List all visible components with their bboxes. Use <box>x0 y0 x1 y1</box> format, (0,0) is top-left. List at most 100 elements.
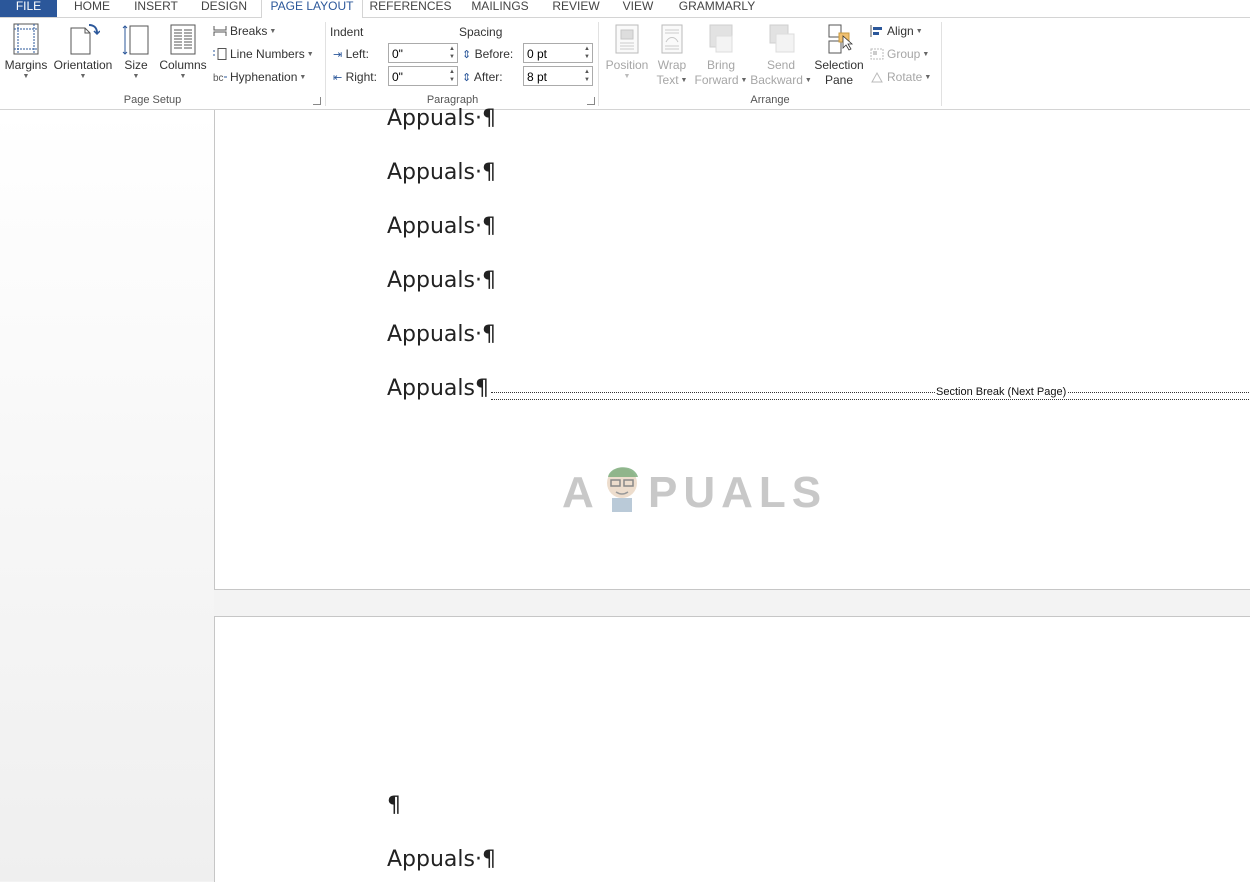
document-page-2[interactable]: ¶ Appuals·¶ <box>214 616 1250 882</box>
tab-references[interactable]: REFERENCES <box>368 0 453 17</box>
paragraph-line[interactable]: Appuals¶ <box>387 376 489 402</box>
paragraph-line[interactable]: Appuals·¶ <box>387 268 496 294</box>
tab-design[interactable]: DESIGN <box>195 0 253 17</box>
line-numbers-button[interactable]: Line Numbers ▼ <box>213 45 314 63</box>
breaks-label: Breaks <box>230 24 268 38</box>
indent-left-icon: ⇥ <box>333 49 343 61</box>
bring-forward-button[interactable]: Bring Forward ▼ <box>693 22 749 88</box>
spin-down-icon[interactable]: ▼ <box>584 54 590 61</box>
group-button[interactable]: Group ▼ <box>870 45 929 63</box>
wrap-text-label-2-text: Text <box>656 73 679 87</box>
wrap-text-button[interactable]: Wrap Text ▼ <box>652 22 692 88</box>
paragraph-line[interactable]: ¶ <box>387 793 401 819</box>
ribbon: Margins ▼ Orientation ▼ Size ▼ Columns ▼… <box>0 18 1250 110</box>
paragraph-line[interactable]: Appuals·¶ <box>387 214 496 240</box>
chevron-down-icon: ▼ <box>22 73 30 80</box>
send-backward-label-2: Backward ▼ <box>750 73 812 88</box>
spacing-after-input[interactable]: 8 pt ▲ ▼ <box>523 66 593 86</box>
bring-forward-icon <box>706 22 736 56</box>
hyphenation-label: Hyphenation <box>230 70 298 84</box>
chevron-down-icon: ▼ <box>915 28 923 35</box>
tab-home[interactable]: HOME <box>63 0 121 17</box>
watermark-text: PUALS <box>648 468 825 515</box>
chevron-down-icon: ▼ <box>924 74 932 81</box>
align-label: Align <box>887 24 914 38</box>
selection-pane-icon <box>824 22 854 56</box>
send-backward-button[interactable]: Send Backward ▼ <box>750 22 812 88</box>
columns-button[interactable]: Columns ▼ <box>157 22 209 81</box>
tab-insert[interactable]: INSERT <box>127 0 185 17</box>
chevron-down-icon: ▼ <box>740 77 748 84</box>
spin-up-icon[interactable]: ▲ <box>584 69 590 76</box>
rotate-icon <box>870 70 884 83</box>
rotate-button[interactable]: Rotate ▼ <box>870 68 931 86</box>
group-divider <box>325 22 326 106</box>
tab-mailings[interactable]: MAILINGS <box>462 0 538 17</box>
spacing-after-value: 8 pt <box>527 70 548 84</box>
breaks-button[interactable]: Breaks ▼ <box>213 22 276 40</box>
paragraph-line[interactable]: Appuals·¶ <box>387 160 496 186</box>
paragraph-line[interactable]: Appuals·¶ <box>387 322 496 348</box>
send-backward-icon <box>766 22 796 56</box>
size-icon <box>121 22 151 56</box>
paragraph-line[interactable]: Appuals·¶ <box>387 106 496 132</box>
document-page-1[interactable]: Appuals·¶ Appuals·¶ Appuals·¶ Appuals·¶ … <box>214 106 1250 590</box>
orientation-icon <box>68 22 101 56</box>
wrap-text-icon <box>657 22 687 56</box>
tab-grammarly[interactable]: GRAMMARLY <box>671 0 763 17</box>
spacing-after-icon: ⇕ <box>462 72 472 84</box>
spin-down-icon[interactable]: ▼ <box>584 77 590 84</box>
chevron-down-icon: ▼ <box>623 73 631 80</box>
indent-right-text: Right: <box>345 70 377 84</box>
page-setup-group-label: Page Setup <box>123 94 182 106</box>
orientation-button[interactable]: Orientation ▼ <box>52 22 114 81</box>
spacing-before-input[interactable]: 0 pt ▲ ▼ <box>523 43 593 63</box>
paragraph-line[interactable]: Appuals·¶ <box>387 847 496 873</box>
spin-up-icon[interactable]: ▲ <box>449 69 455 76</box>
selection-pane-button[interactable]: Selection Pane <box>813 22 865 88</box>
group-icon <box>870 47 884 60</box>
tab-review[interactable]: REVIEW <box>546 0 606 17</box>
group-divider <box>941 22 942 106</box>
arrange-group-label: Arrange <box>750 94 790 106</box>
svg-text:bc: bc <box>213 73 224 83</box>
spin-down-icon[interactable]: ▼ <box>449 77 455 84</box>
spin-up-icon[interactable]: ▲ <box>449 46 455 53</box>
size-label: Size <box>124 58 148 72</box>
spacing-before-value: 0 pt <box>527 47 548 61</box>
section-break-label: Section Break (Next Page) <box>935 386 1068 398</box>
hyphenation-button[interactable]: bc Hyphenation ▼ <box>213 68 306 86</box>
position-button[interactable]: Position ▼ <box>603 22 651 81</box>
tab-page-layout[interactable]: PAGE LAYOUT <box>261 0 363 18</box>
page-setup-launcher-icon[interactable] <box>313 97 321 105</box>
spacing-before-text: Before: <box>474 47 514 61</box>
tab-view[interactable]: VIEW <box>614 0 662 17</box>
margins-button[interactable]: Margins ▼ <box>3 22 49 81</box>
orientation-label: Orientation <box>53 58 113 72</box>
indent-right-value: 0" <box>392 70 403 84</box>
group-divider <box>598 22 599 106</box>
spin-down-icon[interactable]: ▼ <box>449 54 455 61</box>
chevron-down-icon: ▼ <box>804 77 812 84</box>
columns-icon <box>168 22 198 56</box>
chevron-down-icon: ▼ <box>306 51 314 58</box>
chevron-down-icon: ▼ <box>269 28 277 35</box>
indent-right-input[interactable]: 0" ▲ ▼ <box>388 66 458 86</box>
paragraph-launcher-icon[interactable] <box>587 97 595 105</box>
chevron-down-icon: ▼ <box>79 73 87 80</box>
spin-up-icon[interactable]: ▲ <box>584 46 590 53</box>
indent-left-input[interactable]: 0" ▲ ▼ <box>388 43 458 63</box>
svg-text:A: A <box>562 468 600 515</box>
indent-left-value: 0" <box>392 47 403 61</box>
chevron-down-icon: ▼ <box>179 73 187 80</box>
spacing-before-icon: ⇕ <box>462 49 472 61</box>
line-numbers-label: Line Numbers <box>230 47 305 61</box>
size-button[interactable]: Size ▼ <box>120 22 152 81</box>
ribbon-tab-bar: FILE HOME INSERT DESIGN PAGE LAYOUT REFE… <box>0 0 1250 18</box>
appuals-watermark: A PUALS <box>560 455 825 517</box>
spacing-after-label: ⇕ After: <box>462 70 503 84</box>
align-button[interactable]: Align ▼ <box>870 22 923 40</box>
navigation-margin <box>0 110 214 881</box>
align-icon <box>870 24 884 37</box>
tab-file[interactable]: FILE <box>0 0 57 17</box>
